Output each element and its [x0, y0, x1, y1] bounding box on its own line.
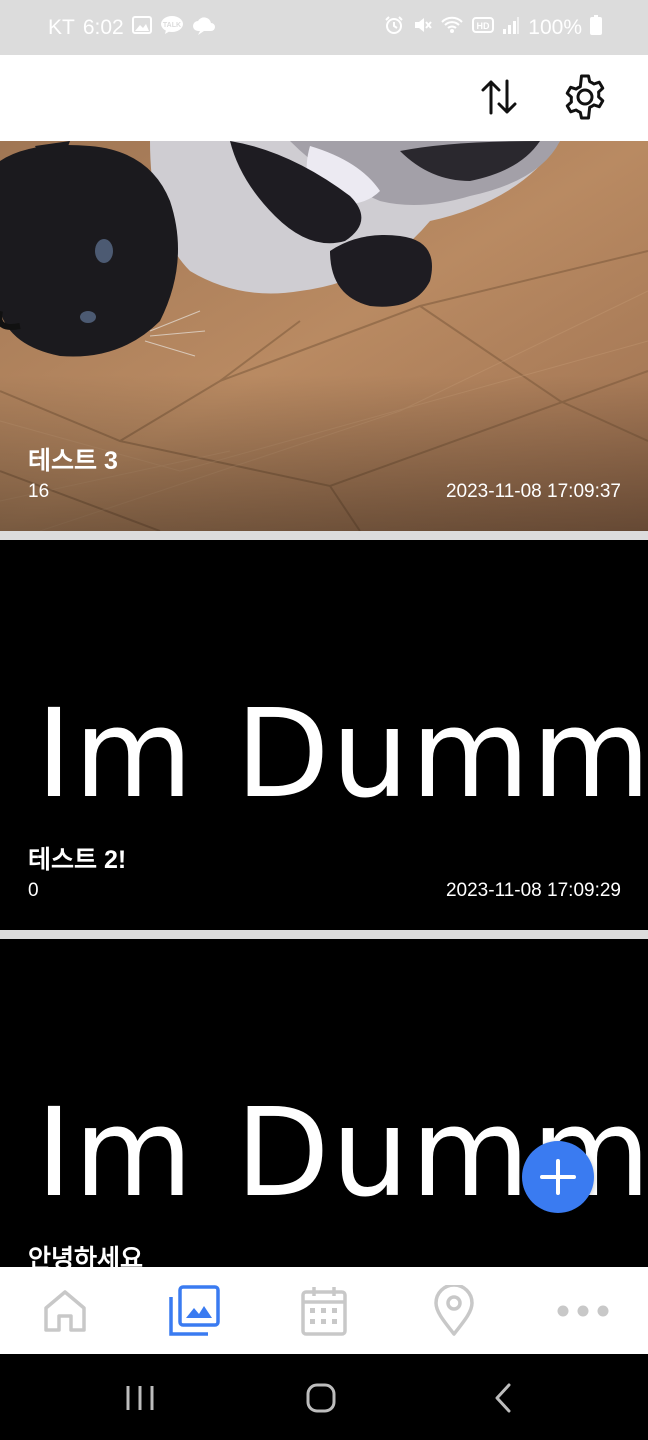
hd-icon: HD: [472, 16, 495, 40]
home-system-button[interactable]: [291, 1376, 351, 1420]
post-title: 안녕하세요: [28, 1245, 144, 1267]
alarm-icon: [384, 15, 404, 41]
post-date: 2023-11-08 17:09:29: [445, 880, 621, 901]
post-count: 16: [28, 481, 50, 502]
settings-button[interactable]: [558, 70, 612, 124]
bottom-navigation: [0, 1267, 648, 1354]
status-right: HD 100%: [384, 14, 602, 41]
nav-location[interactable]: [414, 1276, 494, 1346]
wifi-icon: [440, 15, 464, 41]
time-label: 6:02: [82, 15, 124, 39]
battery-label: 100%: [528, 15, 582, 39]
status-bar: KT 6:02 TALK HD 100%: [0, 0, 648, 55]
gallery-icon: [169, 1284, 221, 1336]
kakaotalk-icon: TALK: [160, 15, 184, 41]
gallery-notification-icon: [131, 15, 152, 41]
system-navigation-bar: [0, 1354, 648, 1440]
home-icon: [44, 1289, 86, 1332]
recents-button[interactable]: [110, 1376, 170, 1420]
more-icon: [557, 1305, 609, 1316]
nav-home[interactable]: [25, 1276, 105, 1346]
status-left: KT 6:02 TALK: [48, 15, 216, 41]
back-icon: [495, 1383, 511, 1413]
cloud-chat-icon: [192, 15, 216, 41]
carrier-label: KT: [48, 15, 75, 39]
post-card[interactable]: Im Dummy 테스트 2! 0 2023-11-08 17:09:29: [0, 540, 648, 930]
calendar-icon: [301, 1286, 347, 1336]
back-button[interactable]: [473, 1376, 533, 1420]
post-card[interactable]: 테스트 3 16 2023-11-08 17:09:37: [0, 141, 648, 531]
post-title: 테스트 3: [28, 447, 118, 475]
add-post-button[interactable]: [522, 1141, 594, 1213]
post-feed[interactable]: 테스트 3 16 2023-11-08 17:09:37 Im Dummy 테스…: [0, 141, 648, 1267]
top-app-bar: [0, 55, 648, 141]
nav-calendar[interactable]: [284, 1276, 364, 1346]
plus-icon: [540, 1159, 576, 1195]
home-button-icon: [306, 1383, 336, 1413]
gear-icon: [565, 74, 605, 120]
mute-icon: [412, 15, 433, 41]
nav-gallery[interactable]: [154, 1276, 234, 1346]
post-count: 0: [28, 880, 39, 901]
signal-icon: [502, 15, 520, 41]
svg-text:HD: HD: [477, 21, 490, 31]
dummy-image-text: Im Dummy: [36, 683, 648, 825]
post-title: 테스트 2!: [28, 846, 127, 874]
recents-icon: [126, 1386, 154, 1410]
svg-text:TALK: TALK: [163, 22, 181, 29]
post-date: 2023-11-08 17:09:37: [445, 481, 621, 502]
post-card[interactable]: Im Dummy 안녕하세요: [0, 939, 648, 1267]
battery-icon: [590, 14, 602, 41]
nav-more[interactable]: [543, 1276, 623, 1346]
sort-icon: [481, 79, 517, 115]
sort-button[interactable]: [474, 72, 524, 122]
location-pin-icon: [433, 1284, 474, 1336]
